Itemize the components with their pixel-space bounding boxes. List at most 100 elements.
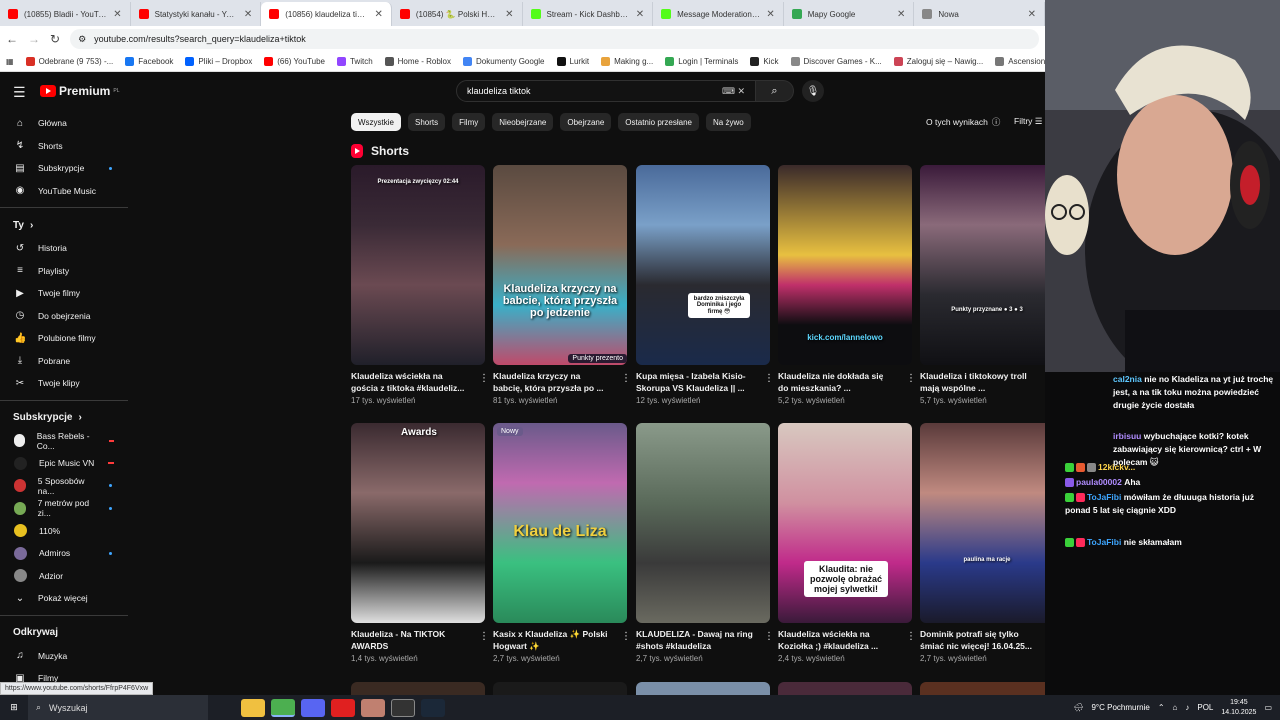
short-card[interactable]: KLAUDELIZA - Dawaj na ring #shots #klaud…: [636, 423, 774, 663]
apps-icon[interactable]: ▦: [6, 57, 14, 66]
back-icon[interactable]: ←: [6, 32, 18, 46]
more-options-icon[interactable]: ⋮: [764, 373, 774, 384]
tab-close-icon[interactable]: ✕: [1028, 9, 1036, 20]
short-thumbnail[interactable]: [636, 423, 770, 623]
short-thumbnail[interactable]: Punkty przyznane ● 3 ● 3: [920, 165, 1045, 365]
filters-button[interactable]: Filtry ☰: [1014, 116, 1042, 127]
browser-tab[interactable]: Nowa ✕: [914, 2, 1045, 26]
sidebar-item-subskrypcje[interactable]: ▤ Subskrypcje: [0, 157, 128, 180]
chat-username[interactable]: cal2nia: [1113, 374, 1142, 384]
chat-username[interactable]: ToJaFibi: [1087, 492, 1121, 502]
reload-icon[interactable]: ↻: [50, 32, 60, 46]
tab-close-icon[interactable]: ✕: [897, 9, 905, 20]
chip-wszystkie[interactable]: Wszystkie: [351, 113, 401, 131]
bookmark-item[interactable]: Ascensions Guide v...: [995, 57, 1045, 66]
tab-close-icon[interactable]: ✕: [113, 9, 121, 20]
clear-icon[interactable]: ⌨ ✕: [722, 86, 745, 97]
short-thumbnail-partial[interactable]: [636, 682, 770, 695]
short-card[interactable]: paulina ma racje Dominik potrafi się tylk…: [920, 423, 1045, 663]
sidebar-section-subscriptions[interactable]: Subskrypcje ›: [0, 406, 128, 430]
more-options-icon[interactable]: ⋮: [764, 631, 774, 642]
short-card[interactable]: Klaudita: nie pozwolę obrażać mojej sylw…: [778, 423, 916, 663]
chat-username[interactable]: irbisuu: [1113, 431, 1141, 441]
sidebar-item-youtube-music[interactable]: ◉ YouTube Music: [0, 180, 128, 203]
menu-icon[interactable]: ☰: [13, 84, 26, 101]
chip-filmy[interactable]: Filmy: [452, 113, 486, 131]
obs-icon[interactable]: [391, 698, 415, 717]
chip-ostatnio-przesłane[interactable]: Ostatnio przesłane: [618, 113, 699, 131]
sidebar-section-you[interactable]: Ty ›: [0, 213, 128, 237]
chat-username[interactable]: paula00002: [1076, 477, 1122, 487]
short-title[interactable]: Dominik potrafi się tylko śmiać nic więc…: [920, 628, 1038, 652]
more-options-icon[interactable]: ⋮: [479, 373, 489, 384]
sidebar-item-główna[interactable]: ⌂ Główna: [0, 112, 128, 135]
sidebar-subscription[interactable]: 5 Sposobów na...: [0, 475, 128, 498]
sidebar-subscription[interactable]: Admiros: [0, 542, 128, 565]
bookmark-item[interactable]: Home - Roblox: [384, 57, 451, 66]
short-thumbnail[interactable]: Klaudita: nie pozwolę obrażać mojej sylw…: [778, 423, 912, 623]
sidebar-item-pobrane[interactable]: ⤓ Pobrane: [0, 350, 128, 373]
short-title[interactable]: Klaudeliza i tiktokowy troll mają wspóln…: [920, 370, 1038, 394]
browser-tab[interactable]: (10855) Bladii - YouTube ✕: [0, 2, 131, 26]
bookmark-item[interactable]: Discover Games - K...: [790, 57, 882, 66]
sidebar-item-polubione-filmy[interactable]: 👍 Polubione filmy: [0, 327, 128, 350]
short-title[interactable]: Klaudeliza - Na TIKTOK AWARDS: [351, 628, 469, 652]
short-thumbnail[interactable]: Awards: [351, 423, 485, 623]
tab-close-icon[interactable]: ✕: [766, 9, 774, 20]
short-title[interactable]: Kupa mięsa - Izabela Kisio-Skorupa VS Kl…: [636, 370, 754, 394]
sidebar-item-twoje-filmy[interactable]: ▶ Twoje filmy: [0, 282, 128, 305]
bookmark-item[interactable]: Login | Terminals: [665, 57, 738, 66]
chip-obejrzane[interactable]: Obejrzane: [560, 113, 612, 131]
bookmark-item[interactable]: Pliki – Dropbox: [185, 57, 252, 66]
short-thumbnail-partial[interactable]: [920, 682, 1045, 695]
short-card[interactable]: Prezentacja zwycięzcy 02:44 Klaudeliza wś…: [351, 165, 489, 405]
bookmark-item[interactable]: Zaloguj się – Nawig...: [893, 57, 983, 66]
short-thumbnail[interactable]: Klaudeliza krzyczy na babcie, która przy…: [493, 165, 627, 365]
sidebar-subscription[interactable]: 7 metrów pod zi...: [0, 497, 128, 520]
browser-tab[interactable]: Message Moderation - Kick ✕: [653, 2, 784, 26]
short-thumbnail-partial[interactable]: [351, 682, 485, 695]
chat-username[interactable]: 12kickv...: [1098, 462, 1135, 472]
volume-icon[interactable]: ♪: [1185, 703, 1189, 712]
start-button[interactable]: ⊞: [0, 695, 28, 720]
site-info-icon[interactable]: ⚙: [78, 34, 86, 45]
paint-icon[interactable]: [361, 698, 385, 717]
sidebar-item-historia[interactable]: ↺ Historia: [0, 237, 128, 260]
browser-tab[interactable]: Statystyki kanału - YouTube S ✕: [131, 2, 262, 26]
search-button[interactable]: ⌕: [756, 80, 794, 102]
bookmark-item[interactable]: Kick: [750, 57, 779, 66]
short-card[interactable]: bardzo zniszczyła Dominika i jego firmę …: [636, 165, 774, 405]
sidebar-item-do-obejrzenia[interactable]: ◷ Do obejrzenia: [0, 305, 128, 328]
short-thumbnail[interactable]: kick.com/lannelowo: [778, 165, 912, 365]
about-results[interactable]: O tych wynikach ⓘ: [926, 116, 1000, 128]
short-title[interactable]: Kasix x Klaudeliza ✨ Polski Hogwart ✨: [493, 628, 611, 652]
short-title[interactable]: Klaudeliza wściekła na Koziołka ;) #klau…: [778, 628, 896, 652]
tab-close-icon[interactable]: ✕: [505, 9, 513, 20]
bookmark-item[interactable]: Dokumenty Google: [463, 57, 545, 66]
bookmark-item[interactable]: (66) YouTube: [264, 57, 325, 66]
sidebar-subscription[interactable]: Adzior: [0, 565, 128, 588]
youtube-logo[interactable]: Premium PL: [40, 84, 119, 98]
chip-shorts[interactable]: Shorts: [408, 113, 446, 131]
bookmark-item[interactable]: Twitch: [336, 57, 373, 66]
address-bar[interactable]: ⚙ youtube.com/results?search_query=klaud…: [70, 29, 1039, 49]
chrome-icon[interactable]: [271, 698, 295, 717]
short-thumbnail[interactable]: Prezentacja zwycięzcy 02:44: [351, 165, 485, 365]
tab-close-icon[interactable]: ✕: [374, 9, 382, 20]
weather-text[interactable]: 9°C Pochmurnie: [1091, 703, 1149, 712]
clock[interactable]: 19:45 14.10.2025: [1221, 698, 1256, 718]
chip-nieobejrzane[interactable]: Nieobejrzane: [492, 113, 554, 131]
opera-icon[interactable]: [331, 698, 355, 717]
tray-chevron-icon[interactable]: ⌃: [1158, 703, 1165, 712]
short-title[interactable]: Klaudeliza krzyczy na babcię, która przy…: [493, 370, 611, 394]
short-card[interactable]: Awards Klaudeliza - Na TIKTOK AWARDS 1,4 t…: [351, 423, 489, 663]
short-card[interactable]: Punkty przyznane ● 3 ● 3 Klaudeliza i tik…: [920, 165, 1045, 405]
steam-icon[interactable]: [421, 698, 445, 717]
more-options-icon[interactable]: ⋮: [906, 631, 916, 642]
discord-icon[interactable]: [301, 698, 325, 717]
forward-icon[interactable]: →: [28, 32, 40, 46]
browser-tab[interactable]: Mapy Google ✕: [784, 2, 915, 26]
bookmark-item[interactable]: Lurkit: [556, 57, 589, 66]
tab-close-icon[interactable]: ✕: [636, 9, 644, 20]
short-thumbnail[interactable]: bardzo zniszczyła Dominika i jego firmę …: [636, 165, 770, 365]
